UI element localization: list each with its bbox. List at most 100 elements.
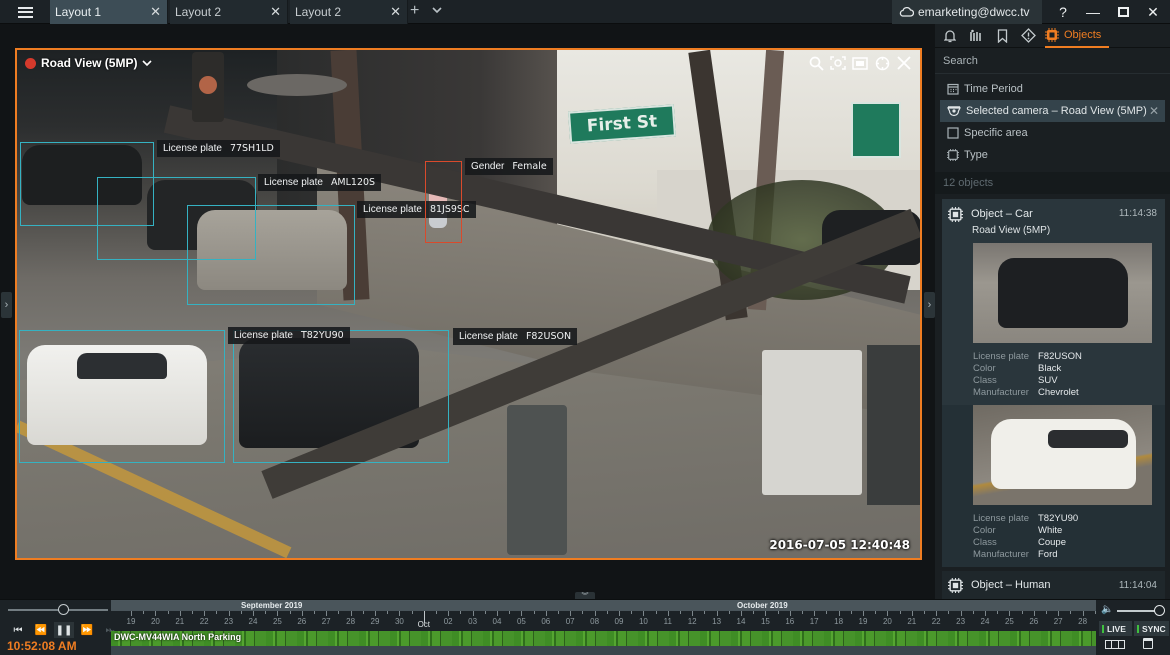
close-icon[interactable] (896, 55, 912, 71)
fast-forward-button[interactable]: ⏩ (77, 622, 97, 638)
detection-key: License plate (264, 177, 323, 188)
volume-knob[interactable] (1154, 605, 1165, 616)
account-button[interactable]: emarketing@dwcc.tv (892, 0, 1042, 24)
detection-value: T82YU90 (300, 330, 344, 341)
filter-type[interactable]: Type (935, 144, 1170, 166)
camera-viewport[interactable]: First St License plate 77SH1LD License p… (15, 48, 922, 560)
timeline-day-label: 19 (126, 617, 136, 626)
live-button[interactable]: LIVE (1099, 621, 1132, 636)
timeline-day-label: 24 (248, 617, 258, 626)
camera-title-dropdown[interactable]: Road View (5MP) (25, 56, 153, 70)
tab-layout-1[interactable]: Layout 1 ✕ (50, 0, 168, 24)
search-header: Search (935, 48, 1170, 74)
tab-layout-3[interactable]: Layout 2 ✕ (290, 0, 408, 24)
minimize-button[interactable]: — (1078, 0, 1108, 24)
timeline[interactable]: September 2019 October 2019 19 20 21 22 23 24… (111, 600, 1096, 655)
snapshot-icon[interactable] (830, 55, 846, 71)
object-chip-icon (1045, 28, 1059, 42)
timeline-tick (936, 611, 938, 616)
attr-value: SUV (1038, 375, 1058, 386)
timeline-minor-tick (362, 611, 364, 614)
result-card[interactable]: Object – Human 11:14:04 (942, 571, 1165, 599)
left-panel-expand-handle[interactable]: › (1, 292, 12, 318)
timeline-day-label: 17 (809, 617, 819, 626)
object-chip-icon (948, 577, 963, 593)
timeline-tick (716, 611, 718, 616)
timeline-day-label: 25 (1004, 617, 1014, 626)
result-card[interactable]: License plate T82YU90 Color White Class Cou… (942, 405, 1165, 567)
bookmarks-icon[interactable] (989, 24, 1015, 48)
tab-close-icon[interactable]: ✕ (390, 4, 401, 20)
timeline-day-label: 20 (150, 617, 160, 626)
timeline-minor-tick (777, 611, 779, 614)
timeline-minor-tick (582, 611, 584, 614)
maximize-button[interactable] (1108, 0, 1138, 24)
timeline-months: September 2019 October 2019 (111, 600, 1096, 611)
analytics-icon[interactable] (963, 24, 989, 48)
playback-bar: ⏮ ⏪ ❚❚ ⏩ ⏭ 10:52:08 AM September 2019 Oc… (0, 599, 1170, 655)
recording-indicator-icon (25, 57, 36, 69)
tab-layout-2[interactable]: Layout 2 ✕ (170, 0, 288, 24)
zoom-icon[interactable] (808, 55, 824, 71)
tab-objects[interactable]: Objects (1045, 24, 1110, 48)
filter-time-period[interactable]: Time Period (935, 78, 1170, 100)
timeline-day-label: 19 (858, 617, 868, 626)
timeline-day-label: 30 (394, 617, 404, 626)
timeline-tick (863, 611, 864, 616)
notifications-icon[interactable] (937, 24, 963, 48)
filter-label: Type (964, 149, 988, 161)
timeline-scrollbar[interactable] (111, 646, 1096, 655)
result-thumbnail[interactable] (973, 243, 1152, 343)
help-button[interactable]: ? (1048, 0, 1078, 24)
tab-list-chevron-icon[interactable] (432, 3, 442, 17)
detection-box[interactable] (187, 205, 355, 305)
sync-button[interactable]: SYNC (1134, 621, 1169, 636)
timeline-tick (301, 611, 303, 616)
alerts-icon[interactable] (1015, 24, 1041, 48)
attr-value: Ford (1038, 549, 1058, 560)
detection-box[interactable] (233, 330, 449, 463)
detection-box-person[interactable] (425, 161, 462, 243)
timeline-minor-tick (338, 611, 340, 614)
detection-box[interactable] (19, 330, 225, 463)
pause-button[interactable]: ❚❚ (54, 622, 74, 638)
timeline-day-label: 23 (224, 617, 234, 626)
filter-selected-camera[interactable]: Selected camera – Road View (5MP) ✕ (940, 100, 1165, 122)
main-menu-button[interactable] (0, 0, 50, 24)
timeline-day-label: 18 (834, 617, 844, 626)
result-time: 11:14:04 (1118, 580, 1157, 591)
title-bar: Layout 1 ✕ Layout 2 ✕ Layout 2 ✕ + emark… (0, 0, 1170, 24)
skip-to-start-button[interactable]: ⏮ (8, 622, 28, 638)
volume-slider[interactable] (1117, 610, 1159, 612)
playback-speed-knob[interactable] (58, 604, 69, 615)
fit-to-screen-icon[interactable] (852, 55, 868, 71)
ptz-icon[interactable] (874, 55, 890, 71)
rewind-button[interactable]: ⏪ (31, 622, 51, 638)
timeline-minor-tick (1070, 611, 1072, 614)
add-tab-button[interactable]: + (410, 2, 419, 20)
result-thumbnail[interactable] (973, 405, 1152, 505)
live-label: LIVE (1107, 623, 1126, 634)
timeline-minor-tick (1021, 611, 1023, 614)
layout-grid-icon[interactable] (1105, 640, 1125, 649)
volume-icon[interactable]: 🔈 (1101, 604, 1113, 615)
result-card[interactable]: Object – Car 11:14:38 Road View (5MP) Li… (942, 199, 1165, 405)
detection-label: License plate T82YU90 (228, 327, 350, 344)
remove-filter-icon[interactable]: ✕ (1149, 104, 1159, 118)
timeline-minor-tick (265, 611, 267, 614)
tab-close-icon[interactable]: ✕ (270, 4, 281, 20)
timeline-tick (204, 611, 206, 616)
tab-close-icon[interactable]: ✕ (150, 4, 161, 20)
scene-traffic-signal (192, 52, 224, 122)
timeline-tick (1009, 611, 1011, 616)
timeline-minor-tick (143, 611, 145, 614)
filter-specific-area[interactable]: Specific area (935, 122, 1170, 144)
recording-track[interactable]: DWC-MV44WIA North Parking (111, 631, 1096, 646)
right-panel-collapse-handle[interactable]: › (924, 292, 935, 318)
detection-key: License plate (459, 331, 518, 342)
result-attributes: License plate T82YU90 Color White Class Cou… (942, 505, 1165, 567)
calendar-icon[interactable] (1143, 638, 1153, 649)
area-icon (947, 127, 959, 139)
attr-value: Chevrolet (1038, 387, 1079, 398)
close-window-button[interactable]: ✕ (1138, 0, 1168, 24)
